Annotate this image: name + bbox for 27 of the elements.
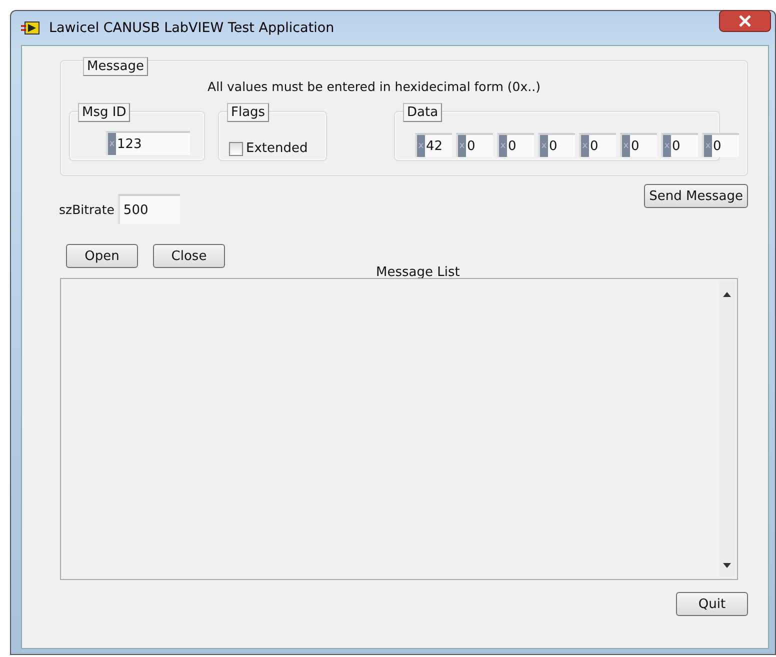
scroll-up-icon[interactable] <box>723 291 731 297</box>
data-byte-field[interactable]: x 0 <box>579 133 616 157</box>
message-list-label: Message List <box>376 265 460 280</box>
data-byte-field[interactable]: x 0 <box>702 133 739 157</box>
close-button[interactable]: Close <box>153 244 225 268</box>
quit-button[interactable]: Quit <box>676 592 748 616</box>
instruction-text: All values must be entered in hexidecimal form (0x..) <box>206 79 542 96</box>
data-byte-field[interactable]: x 0 <box>456 133 493 157</box>
group-label: Flags <box>227 103 270 122</box>
bitrate-field[interactable]: 500 <box>118 194 180 224</box>
data-byte-field[interactable]: x 0 <box>620 133 657 157</box>
data-byte-field[interactable]: x 42 <box>415 133 452 157</box>
group-label: Message <box>83 57 148 76</box>
scroll-down-icon[interactable] <box>723 563 731 569</box>
data-byte-field[interactable]: x 0 <box>661 133 698 157</box>
data-byte-field[interactable]: x 0 <box>538 133 575 157</box>
send-message-button[interactable]: Send Message <box>644 184 748 208</box>
data-byte-field[interactable]: x 0 <box>497 133 534 157</box>
bitrate-label: szBitrate <box>59 202 114 216</box>
group-label: Data <box>403 103 442 122</box>
group-label: Msg ID <box>78 103 130 122</box>
window-title: Lawicel CANUSB LabVIEW Test Application <box>49 20 334 36</box>
extended-checkbox[interactable]: Extended <box>229 141 308 156</box>
msg-id-field[interactable]: x 123 <box>106 131 190 155</box>
close-icon[interactable] <box>719 10 771 32</box>
scrollbar[interactable] <box>719 281 735 577</box>
open-button[interactable]: Open <box>66 244 138 268</box>
